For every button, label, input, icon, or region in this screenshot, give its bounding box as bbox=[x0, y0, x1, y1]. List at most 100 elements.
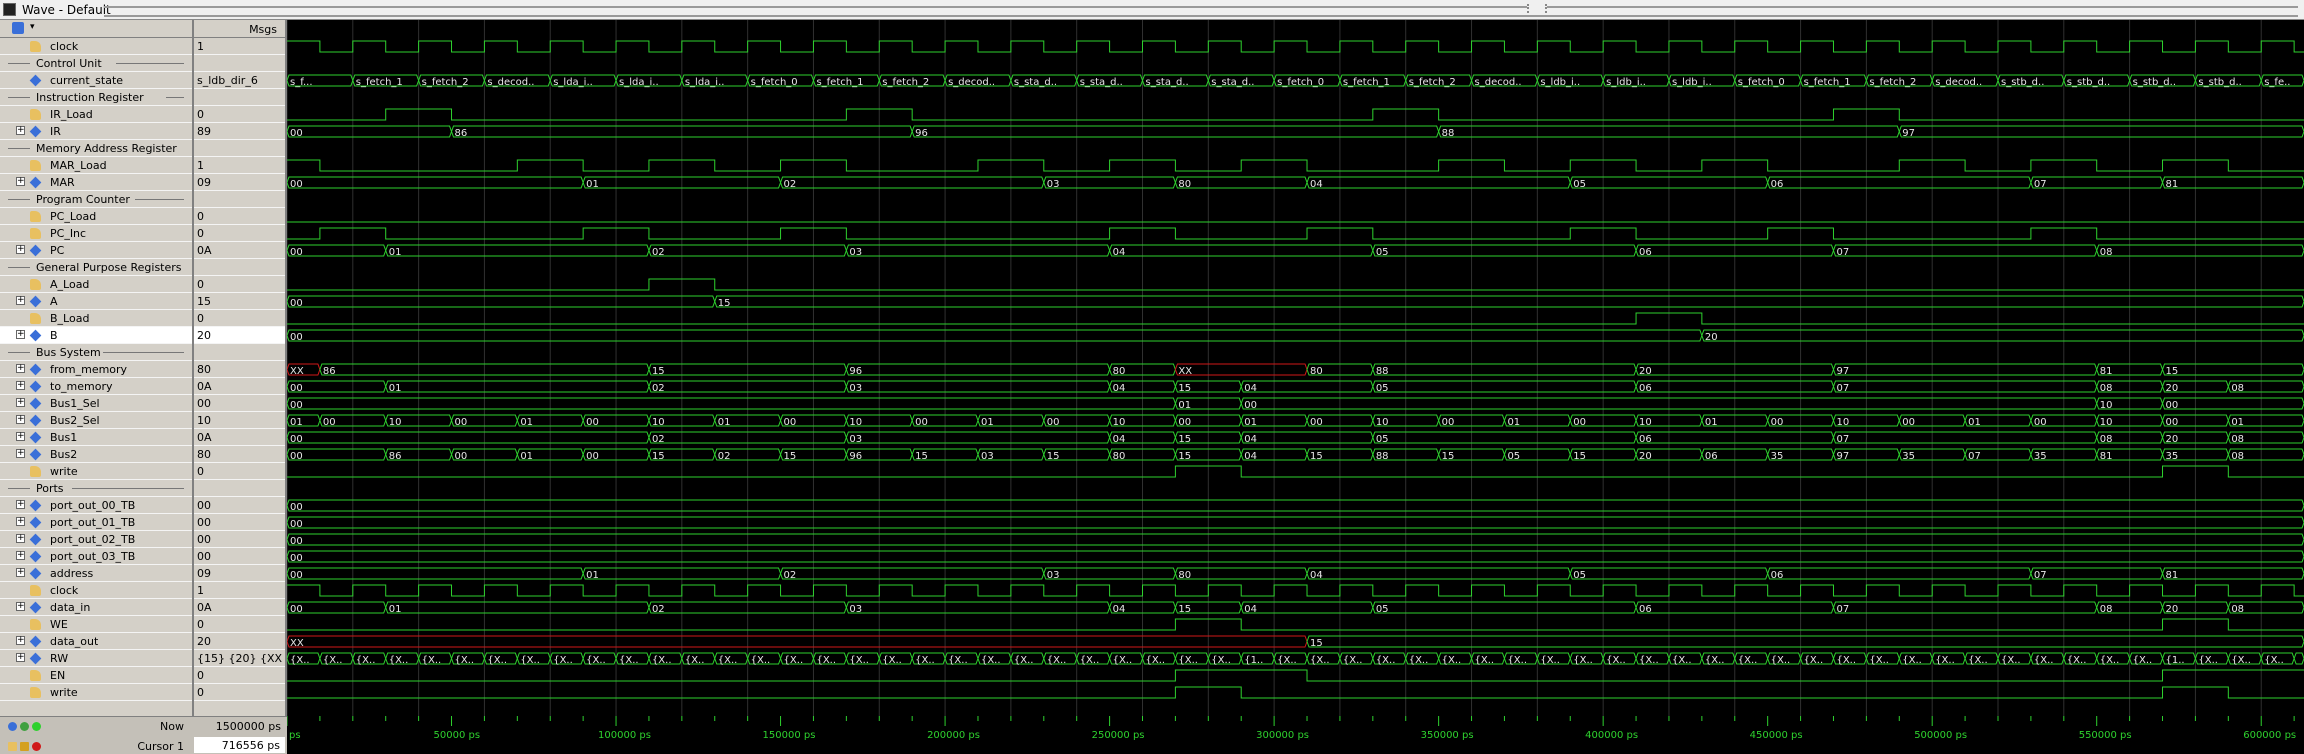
divider-control-unit[interactable]: Control Unit bbox=[0, 55, 192, 72]
lock-icon[interactable] bbox=[8, 742, 17, 751]
chevron-down-icon[interactable]: ▾ bbox=[30, 22, 35, 32]
signal-row-port-out-03-tb[interactable]: + port_out_03_TB bbox=[0, 548, 192, 565]
value-row-ir-load[interactable]: 0 bbox=[194, 106, 285, 123]
expand-icon[interactable]: + bbox=[16, 398, 25, 407]
expand-icon[interactable]: + bbox=[16, 551, 25, 560]
value-row-write[interactable]: 0 bbox=[194, 463, 285, 480]
value-row-port-out-02-tb[interactable]: 00 bbox=[194, 531, 285, 548]
signal-row-port-out-00-tb[interactable]: + port_out_00_TB bbox=[0, 497, 192, 514]
signal-row-clock[interactable]: clock bbox=[0, 582, 192, 599]
expand-icon[interactable]: + bbox=[16, 381, 25, 390]
value-row-to-memory[interactable]: 0A bbox=[194, 378, 285, 395]
expand-icon[interactable]: + bbox=[16, 330, 25, 339]
signal-row-we[interactable]: WE bbox=[0, 616, 192, 633]
value-row-bus2[interactable]: 80 bbox=[194, 446, 285, 463]
signal-row-to-memory[interactable]: + to_memory bbox=[0, 378, 192, 395]
expand-icon[interactable]: + bbox=[16, 415, 25, 424]
value-row-bus1[interactable]: 0A bbox=[194, 429, 285, 446]
value-row-rw[interactable]: {15} {20} {XX... bbox=[194, 650, 285, 667]
expand-icon[interactable]: + bbox=[16, 568, 25, 577]
value-row-we[interactable]: 0 bbox=[194, 616, 285, 633]
expand-icon[interactable]: + bbox=[16, 602, 25, 611]
expand-icon[interactable]: + bbox=[16, 653, 25, 662]
signal-row-pc-load[interactable]: PC_Load bbox=[0, 208, 192, 225]
value-row-a[interactable]: 15 bbox=[194, 293, 285, 310]
wave-toolbar-icon[interactable] bbox=[12, 22, 24, 34]
signal-row-address[interactable]: + address bbox=[0, 565, 192, 582]
signal-row-b-load[interactable]: B_Load bbox=[0, 310, 192, 327]
signal-row-rw[interactable]: + RW bbox=[0, 650, 192, 667]
signal-row-en[interactable]: EN bbox=[0, 667, 192, 684]
signal-row-mar[interactable]: + MAR bbox=[0, 174, 192, 191]
signal-row-bus2-sel[interactable]: + Bus2_Sel bbox=[0, 412, 192, 429]
value-row-b[interactable]: 20 bbox=[194, 327, 285, 344]
value-row-pc[interactable]: 0A bbox=[194, 242, 285, 259]
value-row-bus1-sel[interactable]: 00 bbox=[194, 395, 285, 412]
signal-row-write[interactable]: write bbox=[0, 463, 192, 480]
divider-instruction-register[interactable]: Instruction Register bbox=[0, 89, 192, 106]
delete-cursor-icon[interactable] bbox=[32, 742, 41, 751]
add-icon[interactable] bbox=[20, 722, 29, 731]
signal-row-port-out-02-tb[interactable]: + port_out_02_TB bbox=[0, 531, 192, 548]
expand-icon[interactable]: + bbox=[16, 126, 25, 135]
value-row-write[interactable]: 0 bbox=[194, 684, 285, 701]
expand-icon[interactable]: + bbox=[16, 296, 25, 305]
value-row-en[interactable]: 0 bbox=[194, 667, 285, 684]
value-row-ir[interactable]: 89 bbox=[194, 123, 285, 140]
expand-icon[interactable]: + bbox=[16, 177, 25, 186]
value-row-pc-load[interactable]: 0 bbox=[194, 208, 285, 225]
signal-row-bus2[interactable]: + Bus2 bbox=[0, 446, 192, 463]
signal-row-current-state[interactable]: current_state bbox=[0, 72, 192, 89]
expand-icon[interactable]: + bbox=[16, 636, 25, 645]
value-row-b-load[interactable]: 0 bbox=[194, 310, 285, 327]
value-row-clock[interactable]: 1 bbox=[194, 38, 285, 55]
signal-row-data-out[interactable]: + data_out bbox=[0, 633, 192, 650]
divider-memory-address-register[interactable]: Memory Address Register bbox=[0, 140, 192, 157]
signal-row-pc-inc[interactable]: PC_Inc bbox=[0, 225, 192, 242]
pencil-icon[interactable] bbox=[20, 742, 29, 751]
signal-row-clock[interactable]: clock bbox=[0, 38, 192, 55]
value-row-bus2-sel[interactable]: 10 bbox=[194, 412, 285, 429]
titlebar-grip[interactable] bbox=[104, 6, 2298, 17]
signal-row-a[interactable]: + A bbox=[0, 293, 192, 310]
signal-row-pc[interactable]: + PC bbox=[0, 242, 192, 259]
signal-row-ir-load[interactable]: IR_Load bbox=[0, 106, 192, 123]
signal-row-b[interactable]: + B bbox=[0, 327, 192, 344]
signal-row-bus1[interactable]: + Bus1 bbox=[0, 429, 192, 446]
expand-icon[interactable]: + bbox=[16, 449, 25, 458]
now-icon[interactable] bbox=[8, 722, 17, 731]
signal-row-bus1-sel[interactable]: + Bus1_Sel bbox=[0, 395, 192, 412]
signal-row-port-out-01-tb[interactable]: + port_out_01_TB bbox=[0, 514, 192, 531]
signal-row-a-load[interactable]: A_Load bbox=[0, 276, 192, 293]
signal-row-mar-load[interactable]: MAR_Load bbox=[0, 157, 192, 174]
expand-icon[interactable]: + bbox=[16, 245, 25, 254]
zoom-icon[interactable] bbox=[32, 722, 41, 731]
signal-row-ir[interactable]: + IR bbox=[0, 123, 192, 140]
value-row-address[interactable]: 09 bbox=[194, 565, 285, 582]
expand-icon[interactable]: + bbox=[16, 500, 25, 509]
value-row-current-state[interactable]: s_ldb_dir_6 bbox=[194, 72, 285, 89]
value-row-port-out-01-tb[interactable]: 00 bbox=[194, 514, 285, 531]
divider-ports[interactable]: Ports bbox=[0, 480, 192, 497]
value-row-port-out-00-tb[interactable]: 00 bbox=[194, 497, 285, 514]
waveform-area[interactable]: s_f... s_fetch_1 s_fetch_2 s_decod.. s_lda_i… bbox=[287, 20, 2304, 716]
value-row-data-in[interactable]: 0A bbox=[194, 599, 285, 616]
value-row-clock[interactable]: 1 bbox=[194, 582, 285, 599]
value-row-mar[interactable]: 09 bbox=[194, 174, 285, 191]
divider-bus-system[interactable]: Bus System bbox=[0, 344, 192, 361]
value-row-a-load[interactable]: 0 bbox=[194, 276, 285, 293]
titlebar-grip-knob[interactable] bbox=[1527, 4, 1547, 13]
signal-row-data-in[interactable]: + data_in bbox=[0, 599, 192, 616]
time-axis[interactable]: ps 50000 ps 100000 ps 150000 ps 200000 ps 250… bbox=[287, 716, 2304, 754]
cursor-value-box[interactable]: 716556 ps bbox=[194, 737, 285, 753]
expand-icon[interactable]: + bbox=[16, 534, 25, 543]
signal-row-from-memory[interactable]: + from_memory bbox=[0, 361, 192, 378]
expand-icon[interactable]: + bbox=[16, 432, 25, 441]
value-row-from-memory[interactable]: 80 bbox=[194, 361, 285, 378]
expand-icon[interactable]: + bbox=[16, 364, 25, 373]
divider-program-counter[interactable]: Program Counter bbox=[0, 191, 192, 208]
value-row-mar-load[interactable]: 1 bbox=[194, 157, 285, 174]
divider-general-purpose-registers[interactable]: General Purpose Registers bbox=[0, 259, 192, 276]
value-row-data-out[interactable]: 20 bbox=[194, 633, 285, 650]
value-row-pc-inc[interactable]: 0 bbox=[194, 225, 285, 242]
